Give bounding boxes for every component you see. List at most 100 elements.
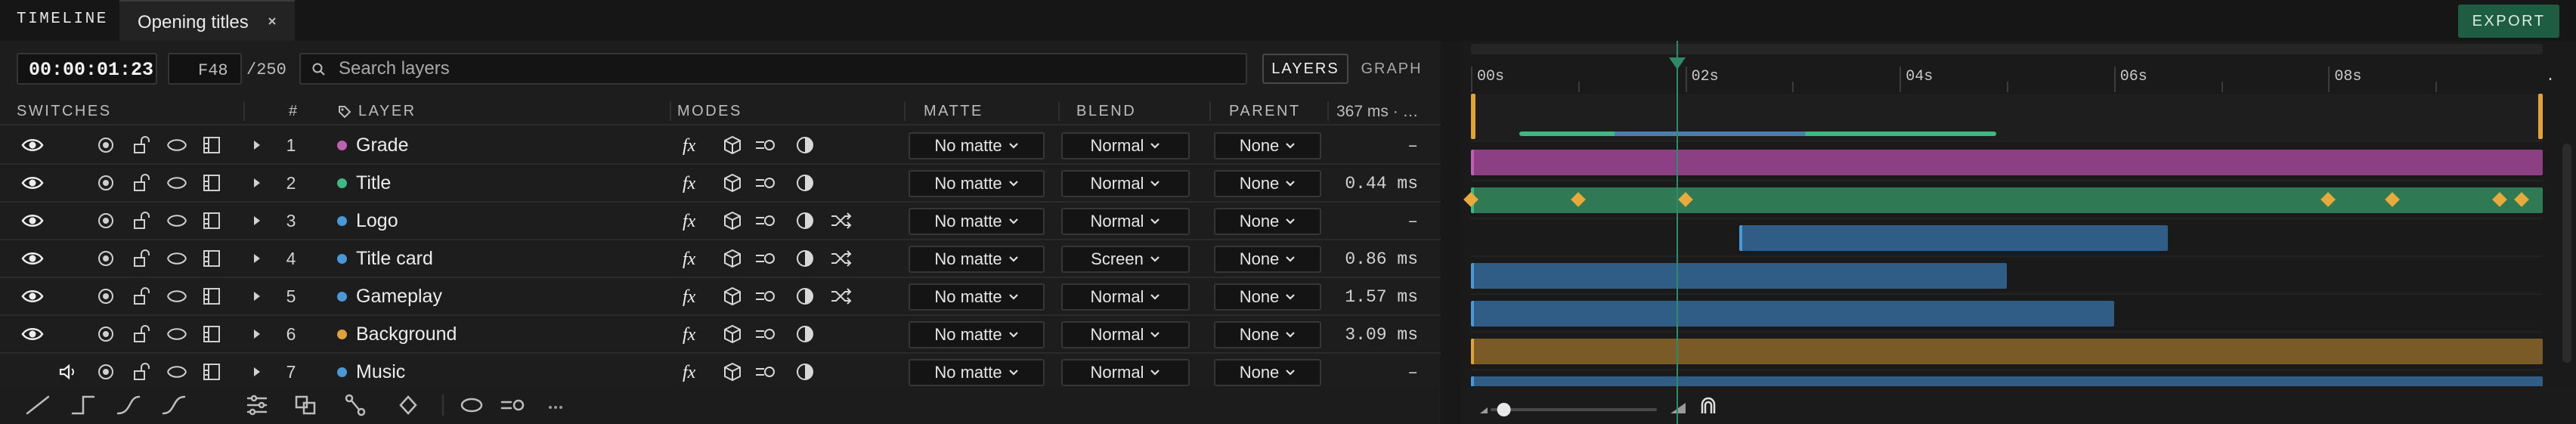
adjustment-icon[interactable] bbox=[792, 354, 818, 386]
lock-icon[interactable] bbox=[130, 316, 154, 352]
shy-icon[interactable] bbox=[165, 278, 189, 314]
solo-icon[interactable] bbox=[94, 203, 118, 239]
lock-icon[interactable] bbox=[130, 165, 154, 201]
expand-caret-icon[interactable] bbox=[249, 354, 265, 386]
layer-color-dot[interactable] bbox=[337, 253, 347, 264]
layer-color-dot[interactable] bbox=[337, 329, 347, 339]
motion-blur-icon[interactable] bbox=[753, 278, 779, 314]
parent-select[interactable]: None bbox=[1214, 321, 1321, 348]
col-layer[interactable]: LAYER bbox=[337, 103, 416, 120]
zoom-slider-track[interactable] bbox=[1491, 408, 1657, 411]
lock-icon[interactable] bbox=[130, 278, 154, 314]
work-area-track[interactable] bbox=[1471, 94, 2543, 142]
ease-icon[interactable] bbox=[162, 395, 186, 415]
blend-select[interactable]: Normal bbox=[1061, 170, 1190, 197]
collapse-icon[interactable] bbox=[200, 127, 224, 163]
shuffle-icon[interactable] bbox=[828, 203, 854, 239]
clip-bar[interactable] bbox=[1471, 301, 2114, 327]
col-separator[interactable] bbox=[670, 101, 671, 121]
collapse-icon[interactable] bbox=[200, 278, 224, 314]
layer-name[interactable]: Grade bbox=[337, 127, 408, 163]
matte-select[interactable]: No matte bbox=[909, 359, 1045, 386]
eye-icon[interactable] bbox=[20, 203, 45, 239]
lock-icon[interactable] bbox=[130, 203, 154, 239]
expand-caret-icon[interactable] bbox=[249, 203, 265, 239]
linear-icon[interactable] bbox=[26, 395, 50, 415]
solo-icon[interactable] bbox=[94, 278, 118, 314]
motion-blur-icon[interactable] bbox=[753, 240, 779, 277]
search-box[interactable] bbox=[299, 53, 1247, 85]
matte-select[interactable]: No matte bbox=[909, 246, 1045, 273]
adjustment-icon[interactable] bbox=[792, 240, 818, 277]
blend-select[interactable]: Normal bbox=[1061, 321, 1190, 348]
blend-select[interactable]: Normal bbox=[1061, 359, 1190, 386]
more-icon[interactable] bbox=[549, 406, 562, 409]
layer-row[interactable]: 3 Logo fx No matte Normal None – bbox=[0, 203, 1441, 240]
shy-icon[interactable] bbox=[165, 316, 189, 352]
shuffle-icon[interactable] bbox=[828, 278, 854, 314]
matte-select[interactable]: No matte bbox=[909, 170, 1045, 197]
shy-icon[interactable] bbox=[165, 354, 189, 386]
zoom-in-icon[interactable] bbox=[1670, 403, 1686, 413]
track-row[interactable] bbox=[1463, 181, 2543, 219]
3d-layer-icon[interactable] bbox=[720, 240, 745, 277]
export-button[interactable]: EXPORT bbox=[2458, 5, 2559, 38]
snap-magnet-icon[interactable] bbox=[1701, 397, 1716, 413]
hold-icon[interactable] bbox=[71, 395, 95, 415]
layer-name[interactable]: Title bbox=[337, 165, 391, 201]
close-icon[interactable] bbox=[265, 14, 280, 29]
fx-icon[interactable]: fx bbox=[680, 127, 706, 163]
parent-select[interactable]: None bbox=[1214, 283, 1321, 311]
col-separator[interactable] bbox=[904, 101, 906, 121]
fx-icon[interactable]: fx bbox=[680, 278, 706, 314]
lock-icon[interactable] bbox=[130, 127, 154, 163]
layer-row[interactable]: 5 Gameplay fx No matte Normal None 1.57 ms bbox=[0, 278, 1441, 316]
matte-select[interactable]: No matte bbox=[909, 208, 1045, 235]
expand-caret-icon[interactable] bbox=[249, 165, 265, 201]
lock-icon[interactable] bbox=[130, 240, 154, 277]
3d-layer-icon[interactable] bbox=[720, 203, 745, 239]
ease-in-icon[interactable] bbox=[116, 395, 141, 415]
track-row[interactable] bbox=[1471, 333, 2543, 370]
col-separator[interactable] bbox=[1327, 101, 1329, 121]
clip-bar[interactable] bbox=[1471, 150, 2543, 175]
shuffle-icon[interactable] bbox=[828, 240, 854, 277]
motion-blur-icon[interactable] bbox=[753, 203, 779, 239]
layer-color-dot[interactable] bbox=[337, 291, 347, 302]
tab-opening-titles[interactable]: Opening titles bbox=[119, 0, 295, 41]
eye-icon[interactable] bbox=[20, 278, 45, 314]
layer-row[interactable]: 6 Background fx No matte Normal None 3.09 ms bbox=[0, 316, 1441, 354]
vertical-scrollbar[interactable] bbox=[2562, 144, 2571, 363]
track-area[interactable] bbox=[1460, 94, 2576, 408]
eye-icon[interactable] bbox=[20, 240, 45, 277]
zoom-slider-thumb[interactable] bbox=[1497, 403, 1511, 416]
frame-field[interactable]: F48 bbox=[168, 53, 242, 85]
parent-select[interactable]: None bbox=[1214, 208, 1321, 235]
eye-icon[interactable] bbox=[20, 165, 45, 201]
col-separator[interactable] bbox=[1058, 101, 1060, 121]
adjustment-icon[interactable] bbox=[792, 127, 818, 163]
solo-icon[interactable] bbox=[94, 165, 118, 201]
3d-layer-icon[interactable] bbox=[720, 127, 745, 163]
work-area-end-handle[interactable] bbox=[2538, 94, 2543, 139]
track-row[interactable] bbox=[1471, 219, 2543, 257]
col-duration[interactable]: 367 ms · … bbox=[1336, 103, 1419, 121]
blend-select[interactable]: Normal bbox=[1061, 283, 1190, 311]
3d-layer-icon[interactable] bbox=[720, 278, 745, 314]
fx-icon[interactable]: fx bbox=[680, 203, 706, 239]
matte-select[interactable]: No matte bbox=[909, 321, 1045, 348]
3d-layer-icon[interactable] bbox=[720, 316, 745, 352]
layer-color-dot[interactable] bbox=[337, 215, 347, 226]
layer-name[interactable]: Title card bbox=[337, 240, 433, 277]
collapse-icon[interactable] bbox=[200, 240, 224, 277]
blend-select[interactable]: Normal bbox=[1061, 132, 1190, 159]
parent-select[interactable]: None bbox=[1214, 359, 1321, 386]
fx-icon[interactable]: fx bbox=[680, 240, 706, 277]
layer-color-dot[interactable] bbox=[337, 367, 347, 377]
layer-name[interactable]: Background bbox=[337, 316, 457, 352]
layer-name[interactable]: Logo bbox=[337, 203, 398, 239]
fx-icon[interactable]: fx bbox=[680, 165, 706, 201]
collapse-icon[interactable] bbox=[200, 165, 224, 201]
blend-select[interactable]: Normal bbox=[1061, 208, 1190, 235]
parent-select[interactable]: None bbox=[1214, 246, 1321, 273]
